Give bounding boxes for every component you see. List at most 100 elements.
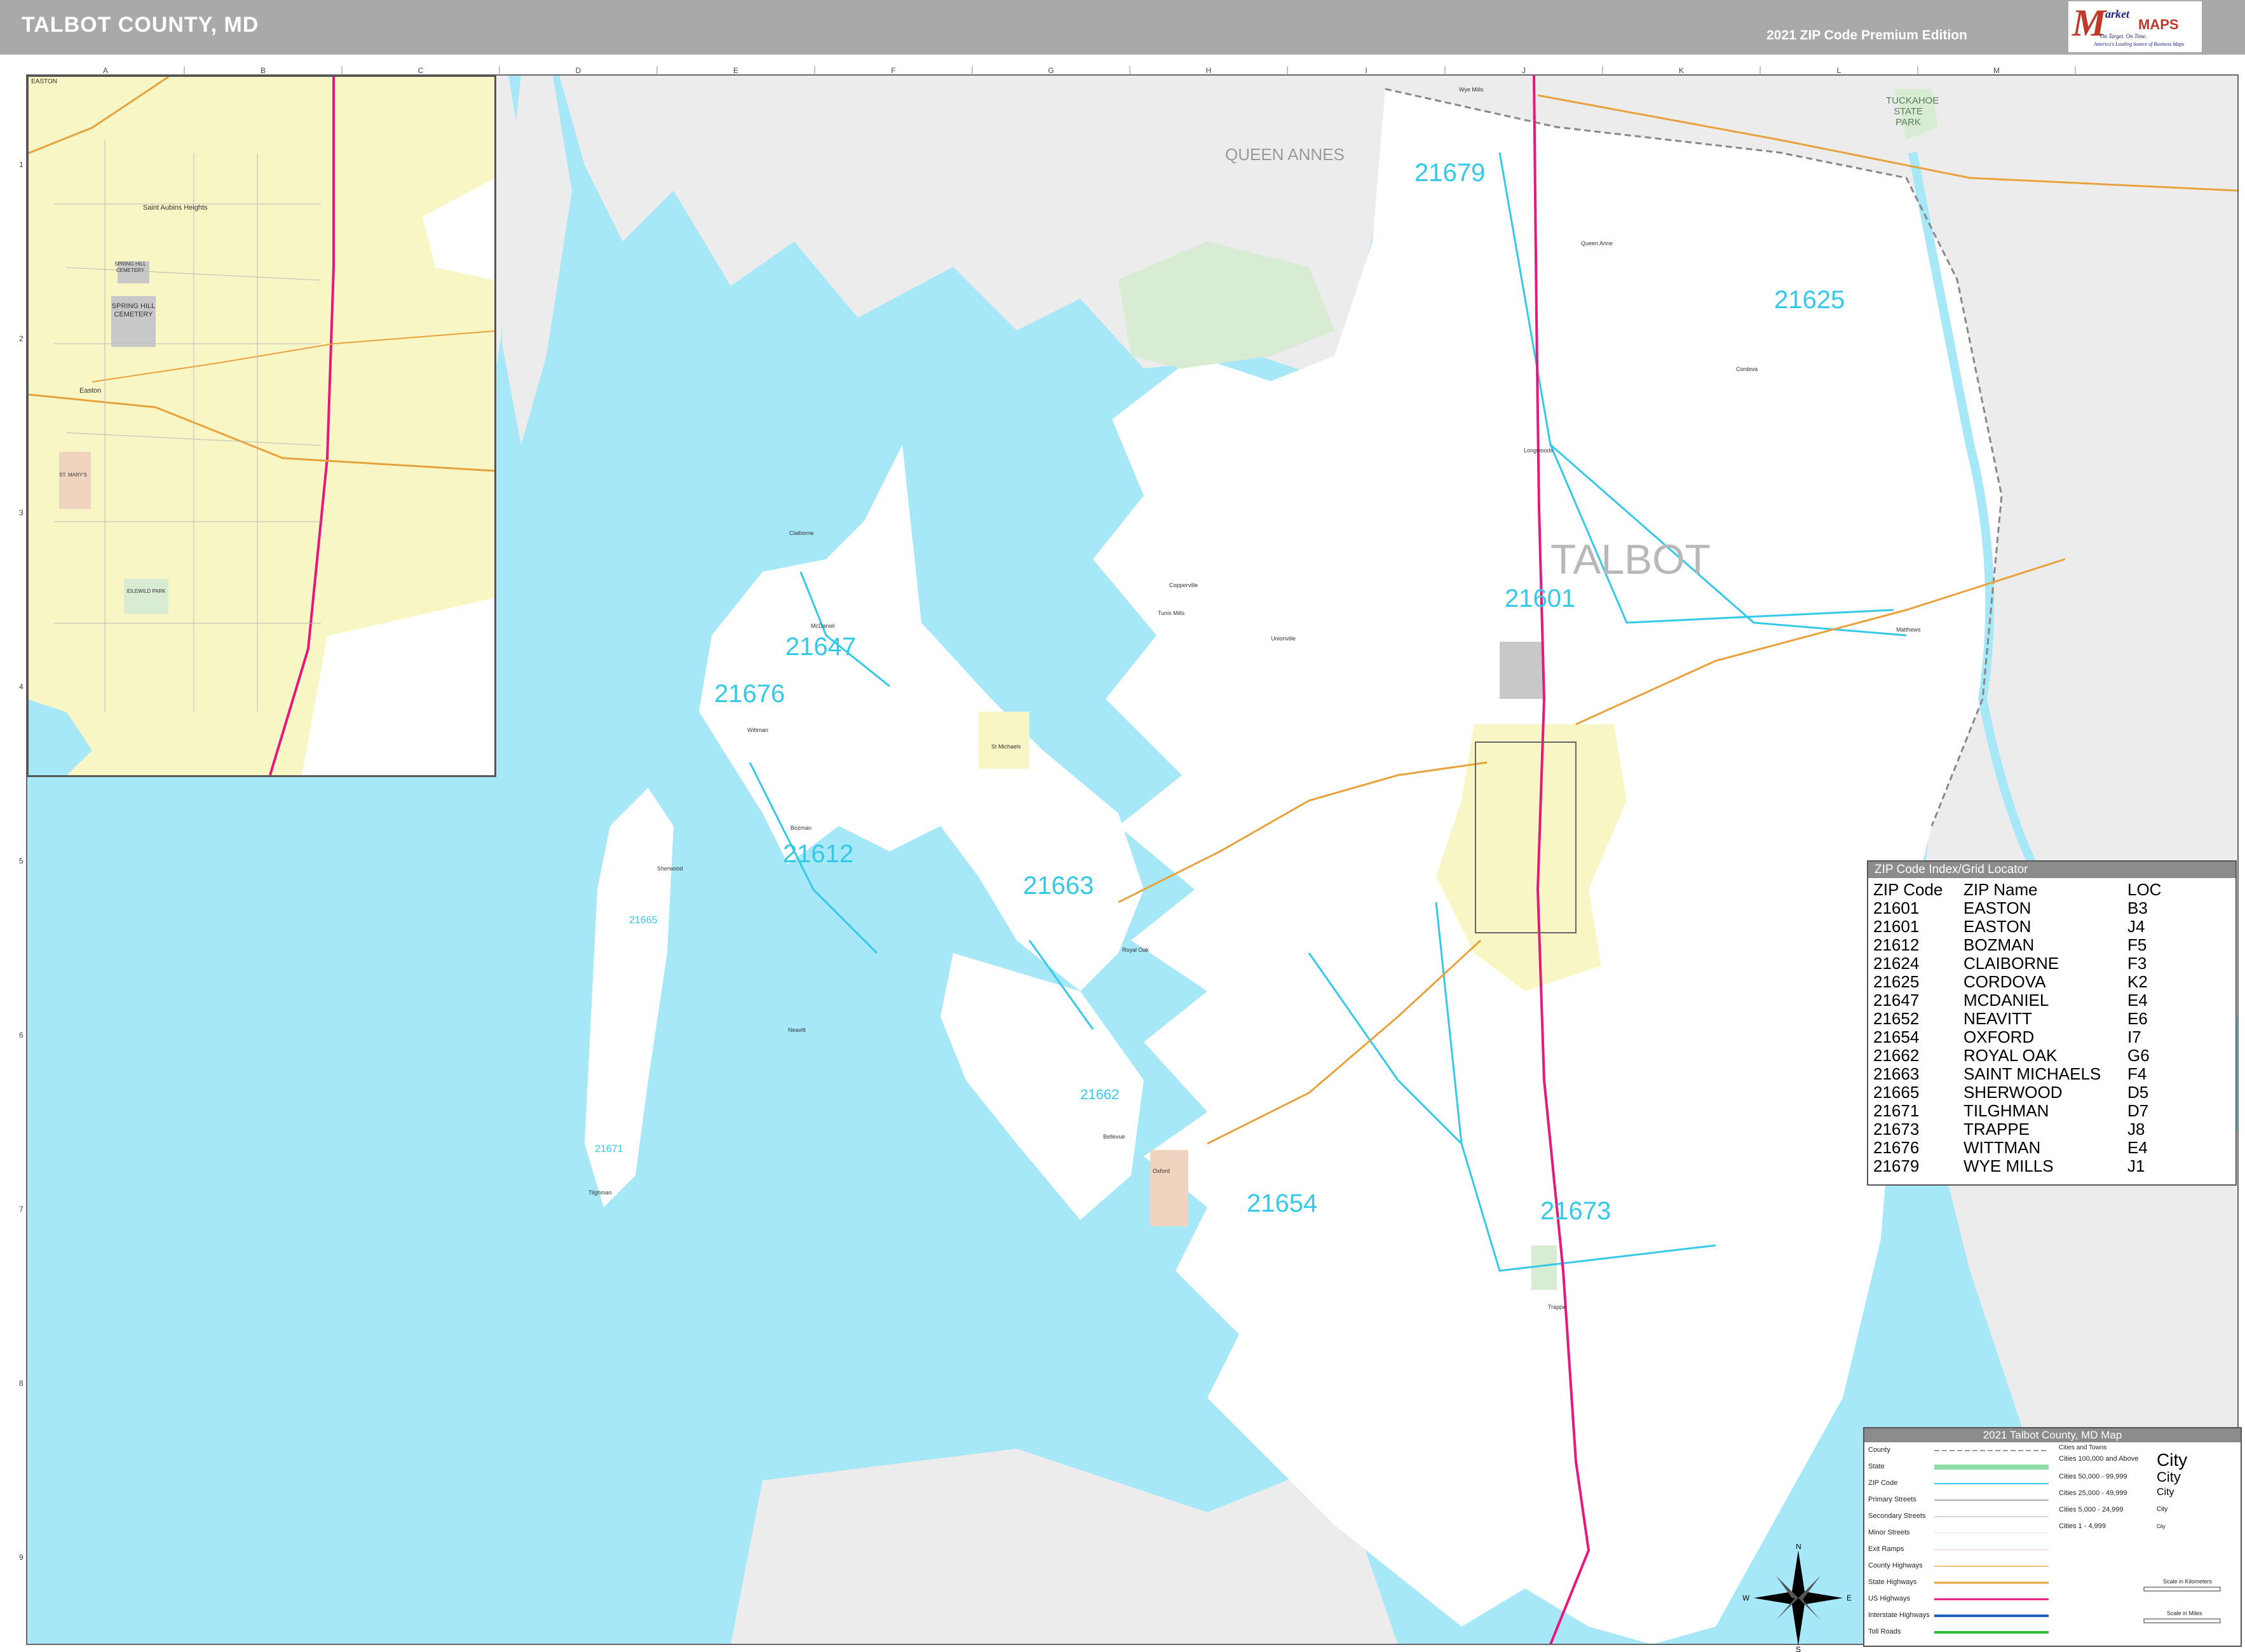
legend-item-state: State bbox=[1868, 1463, 1885, 1470]
compass-w: W bbox=[1742, 1594, 1750, 1602]
map-legend: 2021 Talbot County, MD Map County State … bbox=[1863, 1427, 2242, 1647]
legend-item-interstate: Interstate Highways bbox=[1868, 1611, 1930, 1619]
legend-item-county: County bbox=[1868, 1446, 1890, 1454]
town-tunis-mills: Tunis Mills bbox=[1158, 610, 1185, 616]
town-longwoods: Longwoods bbox=[1524, 447, 1554, 454]
header-zip-code: ZIP Code bbox=[1873, 880, 1943, 899]
grid-number-3: 3 bbox=[19, 508, 24, 517]
legend-city-5-sample: City bbox=[2157, 1524, 2166, 1529]
zip-label-21601: 21601 bbox=[1505, 585, 1576, 613]
grid-letter-d: D bbox=[575, 66, 581, 75]
compass-e: E bbox=[1847, 1594, 1852, 1602]
inset-st-marys: ST. MARY'S bbox=[59, 472, 87, 478]
zip-label-21654: 21654 bbox=[1247, 1189, 1318, 1217]
grid-letter-b: B bbox=[260, 66, 266, 75]
legend-city-3: Cities 25,000 - 49,999 bbox=[2059, 1489, 2127, 1497]
legend-item-county-hwy: County Highways bbox=[1868, 1562, 1923, 1569]
zip-code: 21679 bbox=[1873, 1156, 1920, 1175]
legend-city-5: Cities 1 - 4,999 bbox=[2059, 1522, 2106, 1530]
inset-cemetery: SPRING HILL CEMETERY bbox=[114, 261, 146, 273]
compass-rose-icon: N S W E bbox=[1742, 1544, 1852, 1652]
grid-letter-l: L bbox=[1836, 66, 1841, 75]
zip-name: NEAVITT bbox=[1964, 1009, 2032, 1028]
county-label-queen-annes: QUEEN ANNES bbox=[1225, 145, 1345, 164]
grid-number-8: 8 bbox=[19, 1379, 24, 1388]
town-mcdaniel: McDaniel bbox=[811, 623, 835, 629]
grid-tick-marks bbox=[184, 66, 2076, 75]
town-oxford: Oxford bbox=[1153, 1168, 1170, 1174]
zip-name: MCDANIEL bbox=[1964, 991, 2049, 1010]
compass-n: N bbox=[1796, 1544, 1801, 1551]
legend-city-4-sample: City bbox=[2157, 1506, 2168, 1513]
grid-letter-j: J bbox=[1522, 66, 1526, 75]
zip-code: 21654 bbox=[1873, 1027, 1920, 1046]
grid-letter-m: M bbox=[1993, 66, 2000, 75]
st-michaels-urban bbox=[979, 712, 1029, 769]
zip-name: BOZMAN bbox=[1964, 935, 2035, 954]
zip-label-21663: 21663 bbox=[1023, 872, 1094, 900]
town-bozman: Bozman bbox=[790, 825, 812, 831]
zip-loc: J4 bbox=[2127, 917, 2145, 936]
legend-item-state-hwy: State Highways bbox=[1868, 1578, 1917, 1586]
legend-item-toll: Toll Roads bbox=[1868, 1628, 1901, 1635]
zip-loc: D7 bbox=[2127, 1101, 2149, 1120]
grid-number-1: 1 bbox=[19, 160, 24, 169]
legend-city-1-sample: City bbox=[2157, 1450, 2188, 1470]
inset-place-saint-aubins: Saint Aubins Heights bbox=[143, 204, 208, 212]
zip-code: 21673 bbox=[1873, 1120, 1920, 1139]
zip-loc: B3 bbox=[2127, 898, 2148, 917]
zip-loc: E4 bbox=[2127, 991, 2148, 1010]
legend-city-3-sample: City bbox=[2157, 1487, 2174, 1498]
zip-loc: K2 bbox=[2127, 972, 2148, 991]
legend-item-minor: Minor Streets bbox=[1868, 1529, 1910, 1536]
zip-loc: F3 bbox=[2127, 954, 2147, 973]
grid-letter-g: G bbox=[1048, 66, 1054, 75]
grid-letter-i: I bbox=[1365, 66, 1367, 75]
scale-mi-label: Scale in Miles bbox=[2167, 1610, 2202, 1616]
legend-city-4: Cities 5,000 - 24,999 bbox=[2059, 1506, 2124, 1513]
grid-letter-a: A bbox=[102, 66, 108, 75]
zip-label-21673: 21673 bbox=[1540, 1197, 1611, 1225]
zip-loc: I7 bbox=[2127, 1027, 2141, 1046]
zip-name: OXFORD bbox=[1964, 1027, 2035, 1046]
town-trappe: Trappe bbox=[1548, 1304, 1566, 1310]
grid-letter-c: C bbox=[417, 66, 424, 75]
grid-letter-f: F bbox=[891, 66, 896, 75]
zip-label-21671: 21671 bbox=[595, 1144, 623, 1154]
grid-letter-k: K bbox=[1678, 66, 1684, 75]
legend-city-1: Cities 100,000 and Above bbox=[2059, 1455, 2139, 1463]
zip-name: TRAPPE bbox=[1964, 1120, 2030, 1139]
inset-idlewild-park: IDLEWILD PARK bbox=[126, 588, 166, 594]
zip-label-21662: 21662 bbox=[1080, 1087, 1120, 1102]
zip-label-21647: 21647 bbox=[785, 633, 857, 661]
zip-loc: F4 bbox=[2127, 1064, 2147, 1083]
legend-item-exit-ramps: Exit Ramps bbox=[1868, 1545, 1904, 1553]
grid-number-4: 4 bbox=[19, 682, 24, 691]
zip-label-21665: 21665 bbox=[629, 915, 658, 926]
zip-code-index: ZIP Code Index/Grid Locator ZIP Code ZIP… bbox=[1867, 860, 2237, 1186]
zip-code: 21676 bbox=[1873, 1138, 1920, 1157]
grid-letter-e: E bbox=[733, 66, 738, 75]
zip-code: 21612 bbox=[1873, 935, 1920, 954]
zip-loc: E4 bbox=[2127, 1138, 2148, 1157]
zip-code: 21671 bbox=[1873, 1101, 1920, 1120]
zip-name: CLAIBORNE bbox=[1964, 954, 2059, 973]
town-wye-mills: Wye Mills bbox=[1459, 86, 1484, 93]
town-wittman: Wittman bbox=[747, 727, 769, 733]
town-matthews: Matthews bbox=[1896, 626, 1921, 633]
trappe-urban bbox=[1531, 1245, 1557, 1290]
inset-map-easton[interactable]: EASTON Saint Aubins Heights SPRING HILL … bbox=[27, 75, 496, 777]
zip-name: SAINT MICHAELS bbox=[1964, 1064, 2101, 1083]
town-sherwood: Sherwood bbox=[657, 865, 683, 872]
zip-label-21676: 21676 bbox=[714, 680, 785, 708]
zip-name: ROYAL OAK bbox=[1964, 1046, 2058, 1065]
scale-km-label: Scale in Kilometers bbox=[2163, 1578, 2213, 1585]
legend-city-2: Cities 50,000 - 99,999 bbox=[2059, 1473, 2127, 1480]
zip-loc: F5 bbox=[2127, 935, 2147, 954]
zip-loc: G6 bbox=[2127, 1046, 2150, 1065]
zip-name: TILGHMAN bbox=[1964, 1101, 2049, 1120]
zip-code: 21601 bbox=[1873, 898, 1920, 917]
town-claiborne: Claiborne bbox=[789, 530, 814, 536]
zip-name: CORDOVA bbox=[1964, 972, 2046, 991]
town-unionville: Unionville bbox=[1271, 635, 1296, 642]
